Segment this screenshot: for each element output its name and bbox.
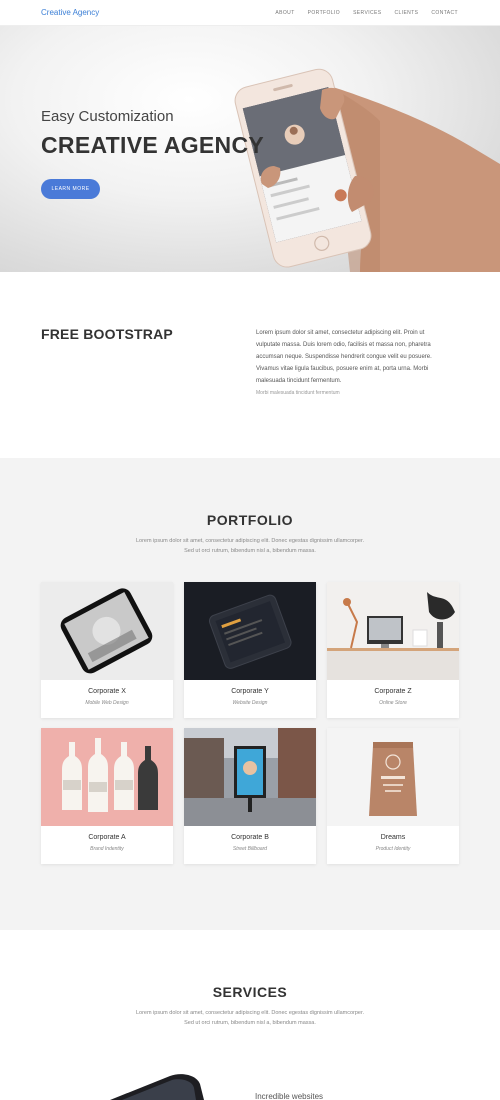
nav-item-clients[interactable]: CLIENTS (394, 10, 418, 16)
portfolio-title: PORTFOLIO (206, 512, 294, 528)
card-subtitle: Brand Indentity (90, 846, 124, 852)
card-subtitle: Online Store (379, 700, 407, 706)
portfolio-thumb-coffee-bag (327, 728, 459, 826)
card-title: Dreams (380, 834, 406, 841)
card-title: Corporate Y (231, 688, 269, 695)
portfolio-card[interactable]: Corporate B Street Billboard (184, 728, 316, 864)
portfolio-thumb-bottles (41, 728, 173, 826)
card-title: Corporate X (88, 688, 126, 695)
services-device-image (110, 1074, 204, 1100)
portfolio-card[interactable]: Corporate A Brand Indentity (41, 728, 173, 864)
about-line: Vivamus vitae ligula faucibus, posuere e… (256, 366, 429, 372)
portfolio-card[interactable]: Dreams Product Identity (327, 728, 459, 864)
card-subtitle: Website Design (232, 700, 268, 706)
hero-title: CREATIVE AGENCY (41, 132, 265, 158)
about-title: FREE BOOTSTRAP (41, 326, 173, 342)
portfolio-thumb-desk (327, 582, 459, 680)
about-line: malesuada tincidunt fermentum. (256, 378, 342, 384)
card-subtitle: Street Billboard (232, 846, 268, 852)
about-line: Lorem ipsum dolor sit amet, consectetur … (256, 330, 425, 336)
learn-more-button[interactable]: LEARN MORE (41, 179, 100, 199)
card-subtitle: Product Identity (375, 846, 411, 852)
brand-link[interactable]: Creative Agency (41, 8, 99, 17)
portfolio-card[interactable]: Corporate Z Online Store (327, 582, 459, 718)
services-description: Lorem ipsum dolor sit amet, consectetur … (110, 1008, 390, 1028)
nav-item-contact[interactable]: CONTACT (431, 10, 458, 16)
portfolio-card[interactable]: Corporate Y Website Design (184, 582, 316, 718)
hero-section: Easy Customization CREATIVE AGENCY LEARN… (0, 26, 500, 272)
card-title: Corporate B (231, 834, 269, 841)
portfolio-card[interactable]: Corporate X Mobile Web Design (41, 582, 173, 718)
navbar: Creative Agency ABOUT PORTFOLIO SERVICES… (0, 0, 500, 26)
portfolio-thumb-tablet (184, 582, 316, 680)
portfolio-description: Lorem ipsum dolor sit amet, consectetur … (110, 536, 390, 556)
services-desc-line: Sed ut orci rutrum, bibendum nisl a, bib… (184, 1020, 316, 1026)
portfolio-thumb-phone (41, 582, 173, 680)
services-feature-title: Incredible websites (255, 1092, 324, 1100)
nav-menu: ABOUT PORTFOLIO SERVICES CLIENTS CONTACT (275, 10, 458, 16)
card-subtitle: Mobile Web Design (85, 700, 129, 706)
about-muted-text: Morbi malesuada tincidunt fermentum (256, 390, 340, 396)
portfolio-thumb-billboard (184, 728, 316, 826)
services-desc-line: Lorem ipsum dolor sit amet, consectetur … (135, 1010, 365, 1016)
about-line: accumsan neque. Suspendisse hendrerit co… (256, 354, 432, 360)
about-line: vulputate massa. Duis lorem odio, facili… (256, 342, 431, 348)
nav-item-portfolio[interactable]: PORTFOLIO (308, 10, 340, 16)
portfolio-desc-line: Sed ut orci rutrum, bibendum nisl a, bib… (184, 548, 316, 554)
about-paragraph: Lorem ipsum dolor sit amet, consectetur … (256, 327, 446, 387)
hero-subtitle: Easy Customization (41, 108, 174, 125)
services-title: SERVICES (212, 984, 288, 1000)
card-title: Corporate Z (374, 688, 412, 695)
card-title: Corporate A (88, 834, 126, 841)
portfolio-desc-line: Lorem ipsum dolor sit amet, consectetur … (135, 538, 365, 544)
nav-item-about[interactable]: ABOUT (275, 10, 294, 16)
nav-item-services[interactable]: SERVICES (353, 10, 381, 16)
